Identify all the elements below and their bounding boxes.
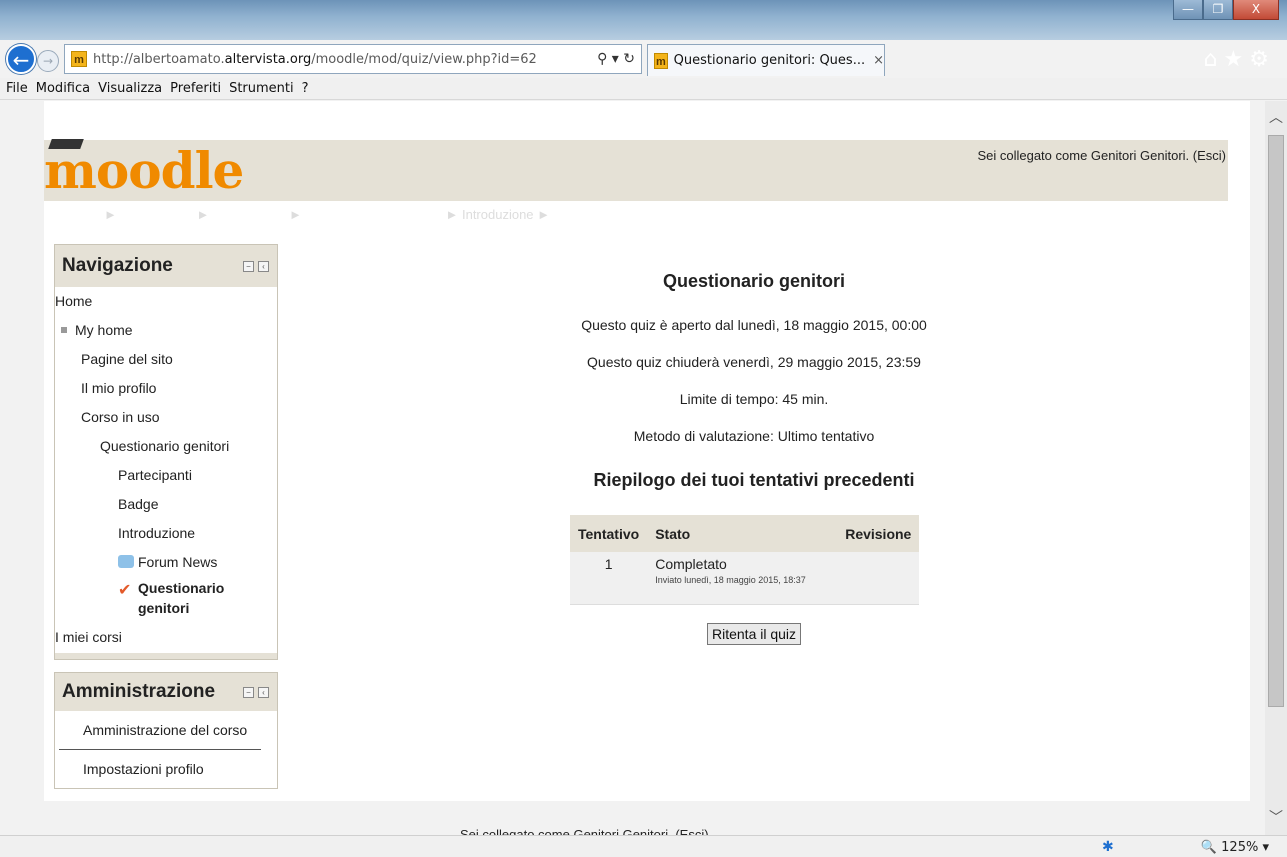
- forum-icon: [118, 555, 134, 568]
- zoom-icon: 🔍: [1200, 840, 1218, 855]
- nav-item-questionario-genitori[interactable]: Questionario genitori: [55, 432, 277, 461]
- address-bar[interactable]: m http://albertoamato.altervista.org/moo…: [64, 44, 642, 74]
- nav-item-label-continued: genitori: [138, 600, 190, 616]
- dock-block-icon[interactable]: ‹: [258, 686, 269, 698]
- header-tentativo: Tentativo: [570, 515, 648, 552]
- attempts-summary-title: Riepilogo dei tuoi tentativi precedenti: [593, 470, 915, 490]
- nav-item-pagine-del-sito[interactable]: Pagine del sito: [55, 345, 277, 374]
- menu-help[interactable]: ?: [302, 81, 309, 96]
- nav-item-home[interactable]: Home: [55, 287, 277, 316]
- back-arrow-icon[interactable]: ←: [6, 44, 36, 74]
- administration-block: Amministrazione − ‹ Amministrazione del …: [54, 672, 278, 789]
- menu-preferiti[interactable]: Preferiti: [170, 81, 221, 96]
- nav-item-introduzione[interactable]: Introduzione: [55, 519, 277, 548]
- navigation-block: Navigazione − ‹ Home My home Pagine del …: [54, 244, 278, 660]
- attempt-state-cell: Completato Inviato lunedì, 18 maggio 201…: [647, 552, 838, 605]
- login-info-top: Sei collegato come Genitori Genitori. (E…: [977, 148, 1226, 163]
- close-window-button[interactable]: X: [1233, 0, 1279, 20]
- minimize-button[interactable]: —: [1173, 0, 1203, 20]
- window-titlebar: — ❐ X: [0, 0, 1287, 40]
- quiz-open-date: Questo quiz è aperto dal lunedì, 18 magg…: [581, 317, 927, 333]
- retry-quiz-button[interactable]: Ritenta il quiz: [707, 623, 802, 645]
- attempt-state: Completato: [655, 556, 727, 572]
- admin-item-profilo[interactable]: Impostazioni profilo: [55, 750, 277, 788]
- nav-item-corso-in-uso[interactable]: Corso in uso: [55, 403, 277, 432]
- dock-block-icon[interactable]: ‹: [258, 260, 269, 272]
- tab-favicon-icon: m: [654, 52, 668, 69]
- scroll-up-icon[interactable]: ︿: [1269, 107, 1283, 127]
- breadcrumb-sep: ►: [289, 207, 302, 222]
- scrollbar-thumb[interactable]: [1268, 135, 1284, 707]
- zoom-level: 125%: [1221, 840, 1259, 855]
- window-controls: — ❐ X: [1173, 0, 1279, 20]
- vertical-scrollbar[interactable]: ︿ ﹀: [1265, 101, 1287, 835]
- zoom-control[interactable]: 🔍 125% ▾: [1201, 840, 1269, 855]
- nav-item-forum-news[interactable]: Forum News: [55, 548, 277, 577]
- quiz-close-date: Questo quiz chiuderà venerdì, 29 maggio …: [587, 354, 921, 370]
- breadcrumb-introduzione[interactable]: ► Introduzione ►: [446, 207, 551, 222]
- navigation-title: Navigazione: [62, 255, 173, 276]
- administration-title: Amministrazione: [62, 681, 216, 702]
- forward-arrow-icon[interactable]: →: [37, 50, 59, 72]
- moodle-page: moodle Sei collegato come Genitori Genit…: [44, 101, 1250, 801]
- quiz-title: Questionario genitori: [662, 271, 845, 291]
- table-row: 1 Completato Inviato lunedì, 18 maggio 2…: [570, 552, 920, 605]
- attempt-number: 1: [570, 552, 648, 605]
- bullet-icon: [61, 327, 67, 333]
- search-refresh-icons[interactable]: ⚲ ▾ ↻: [597, 51, 635, 67]
- status-star-icon: ✱: [1102, 839, 1114, 855]
- attempt-review[interactable]: [837, 552, 920, 605]
- nav-item-il-mio-profilo[interactable]: Il mio profilo: [55, 374, 277, 403]
- breadcrumb-sep: ►: [196, 207, 210, 222]
- login-info-footer: Sei collegato come Genitori Genitori. (E…: [460, 827, 709, 835]
- menu-file[interactable]: File: [6, 81, 28, 96]
- menu-modifica[interactable]: Modifica: [36, 81, 90, 96]
- block-controls: − ‹: [239, 686, 269, 698]
- attempts-table: Tentativo Stato Revisione 1 Completato I…: [570, 515, 920, 605]
- administration-block-header: Amministrazione − ‹: [55, 673, 277, 711]
- menu-strumenti[interactable]: Strumenti: [229, 81, 294, 96]
- maximize-button[interactable]: ❐: [1203, 0, 1233, 20]
- nav-item-questionario-current[interactable]: ✔ Questionario: [55, 577, 277, 599]
- block-controls: − ‹: [239, 260, 269, 272]
- tab-close-icon[interactable]: ×: [873, 53, 884, 68]
- navigation-block-header: Navigazione − ‹: [55, 245, 277, 287]
- url-text[interactable]: http://albertoamato.altervista.org/moodl…: [93, 52, 537, 67]
- collapse-block-icon[interactable]: −: [243, 686, 254, 698]
- nav-item-label: My home: [75, 322, 133, 338]
- tab-label: Questionario genitori: Ques...: [673, 53, 866, 68]
- nav-item-badge[interactable]: Badge: [55, 490, 277, 519]
- table-header-row: Tentativo Stato Revisione: [570, 515, 920, 552]
- nav-item-my-home[interactable]: My home: [55, 316, 277, 345]
- nav-item-label: Questionario: [138, 580, 225, 596]
- page-viewport: moodle Sei collegato come Genitori Genit…: [0, 101, 1265, 835]
- nav-item-partecipanti[interactable]: Partecipanti: [55, 461, 277, 490]
- scroll-down-icon[interactable]: ﹀: [1269, 807, 1283, 827]
- moodle-favicon-icon: m: [71, 51, 87, 67]
- status-bar: ✱ 🔍 125% ▾: [0, 835, 1287, 857]
- header-revisione: Revisione: [837, 515, 920, 552]
- nav-item-i-miei-corsi[interactable]: I miei corsi: [55, 621, 277, 653]
- url-prefix: http://albertoamato.: [93, 51, 225, 67]
- collapse-block-icon[interactable]: −: [243, 260, 254, 272]
- url-path: /moodle/mod/quiz/view.php?id=62: [311, 51, 537, 67]
- administration-list: Amministrazione del corso Impostazioni p…: [55, 711, 277, 788]
- nav-item-label: Forum News: [138, 554, 218, 570]
- navigation-list: Home My home Pagine del sito Il mio prof…: [55, 287, 277, 653]
- attempt-submitted: Inviato lunedì, 18 maggio 2015, 18:37: [655, 575, 806, 585]
- menu-visualizza[interactable]: Visualizza: [98, 81, 162, 96]
- admin-item-corso[interactable]: Amministrazione del corso: [55, 711, 277, 749]
- home-favorites-settings-icons[interactable]: ⌂★⚙: [1204, 47, 1275, 72]
- quiz-grading-method: Metodo di valutazione: Ultimo tentativo: [633, 428, 875, 444]
- tab-questionario[interactable]: m Questionario genitori: Ques... ×: [647, 44, 885, 76]
- url-domain: altervista.org: [224, 51, 312, 67]
- quiz-time-limit: Limite di tempo: 45 min.: [679, 391, 829, 407]
- breadcrumb: ► ► ► ► Introduzione ►: [104, 207, 626, 222]
- breadcrumb-sep: ►: [104, 207, 117, 222]
- header-stato: Stato: [647, 515, 838, 552]
- moodle-logo[interactable]: moodle: [44, 146, 244, 196]
- zoom-dropdown-icon[interactable]: ▾: [1262, 840, 1269, 855]
- quiz-check-icon: ✔: [118, 580, 132, 599]
- menu-bar: File Modifica Visualizza Preferiti Strum…: [0, 78, 1287, 100]
